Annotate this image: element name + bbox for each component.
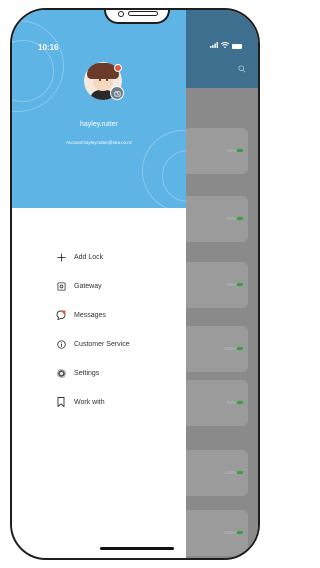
- info-icon: [56, 339, 66, 349]
- battery-percent: 100%: [224, 346, 236, 351]
- camera-icon: [118, 11, 124, 17]
- edit-avatar-icon[interactable]: [110, 86, 124, 100]
- battery-icon: [237, 401, 243, 404]
- home-indicator[interactable]: [100, 547, 174, 550]
- avatar-eye: [106, 79, 108, 81]
- menu-item-messages[interactable]: Messages: [56, 308, 176, 322]
- wifi-icon: [220, 42, 230, 50]
- battery-icon: [237, 217, 243, 220]
- menu-item-label: Gateway: [74, 282, 102, 290]
- battery-icon: [237, 149, 243, 152]
- plus-icon: [56, 252, 66, 262]
- menu-item-work-with[interactable]: Work with: [56, 395, 176, 409]
- battery-percent: 85%: [226, 216, 236, 221]
- battery-percent: 100%: [224, 470, 236, 475]
- battery-icon: [237, 531, 243, 534]
- menu-item-label: Customer Service: [74, 340, 130, 348]
- profile-account: Account:hayley.rutter@eira.co.nz: [65, 140, 132, 145]
- battery-icon: [237, 347, 243, 350]
- message-icon: [56, 310, 66, 320]
- phone-notch: [104, 10, 170, 24]
- side-drawer: hayley.rutter Account:hayley.rutter@eira…: [12, 10, 186, 558]
- avatar-eye: [99, 79, 101, 81]
- signal-icon: [210, 42, 218, 50]
- battery-percent: 100%: [224, 530, 236, 535]
- menu-item-settings[interactable]: Settings: [56, 366, 176, 380]
- speaker-slot: [128, 11, 158, 16]
- status-icons: [210, 42, 242, 50]
- gear-icon: [56, 368, 66, 378]
- menu-item-label: Add Lock: [74, 253, 104, 261]
- gateway-icon: [56, 281, 66, 291]
- menu-item-add-lock[interactable]: Add Lock: [56, 250, 176, 264]
- battery-icon: [237, 471, 243, 474]
- menu-item-gateway[interactable]: Gateway: [56, 279, 176, 293]
- profile-username: hayley.rutter: [80, 121, 118, 128]
- drawer-header: hayley.rutter Account:hayley.rutter@eira…: [12, 10, 186, 208]
- menu-item-label: Settings: [74, 369, 100, 377]
- battery-status-icon: [232, 43, 242, 49]
- notification-badge: [114, 64, 122, 72]
- battery-percent: 60%: [226, 400, 236, 405]
- status-time: 10:16: [38, 43, 59, 52]
- battery-percent: 80%: [226, 282, 236, 287]
- menu-item-label: Work with: [74, 398, 105, 406]
- phone-frame: 35% olt 85% 80% 100% 60% 100% 100%: [10, 8, 260, 560]
- menu-item-customer-service[interactable]: Customer Service: [56, 337, 176, 351]
- menu-item-label: Messages: [74, 311, 106, 319]
- battery-percent: 35%: [226, 148, 236, 153]
- battery-icon: [237, 283, 243, 286]
- bookmark-icon: [56, 397, 66, 407]
- search-icon: [238, 65, 246, 76]
